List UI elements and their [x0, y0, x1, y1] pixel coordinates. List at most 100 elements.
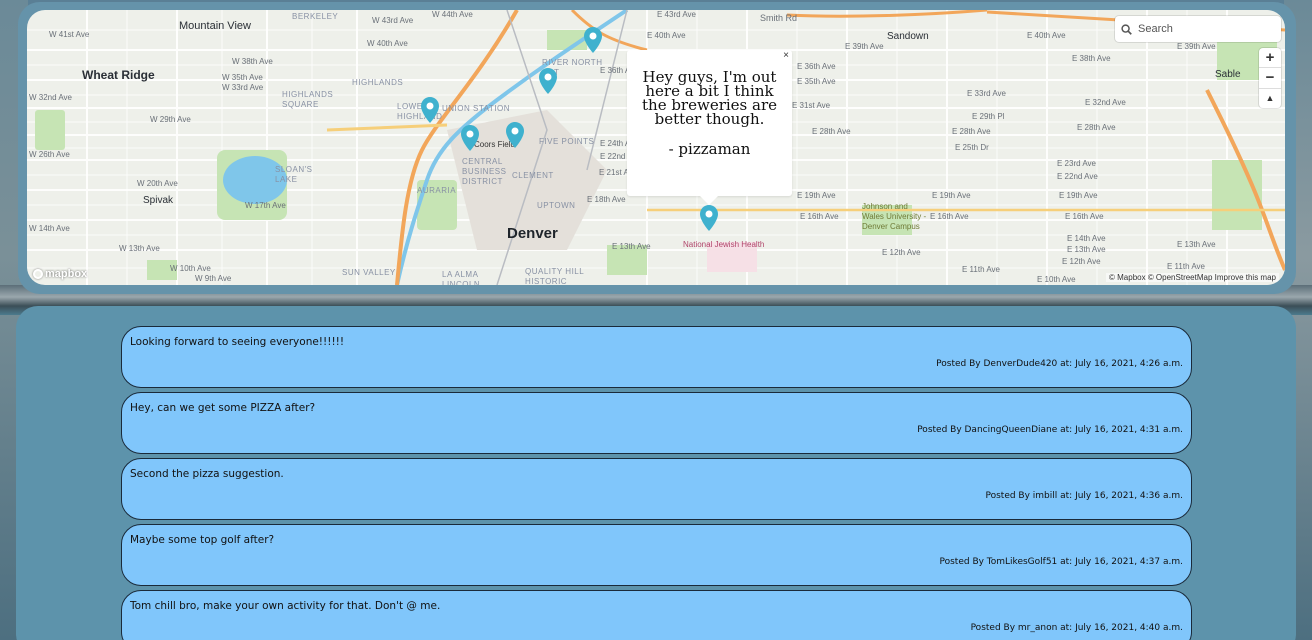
map-label: E 35th Ave	[797, 77, 836, 86]
post-meta: Posted By imbill at: July 16, 2021, 4:36…	[985, 491, 1183, 501]
map-label: W 13th Ave	[119, 244, 160, 253]
map-label: Sable	[1215, 69, 1241, 80]
map-label: E 28th Ave	[1077, 123, 1116, 132]
post-card: Hey, can we get some PIZZA after? Posted…	[121, 392, 1192, 454]
popup-message: Hey guys, I'm out here a bit I think the…	[642, 68, 777, 128]
map-label: E 12th Ave	[1062, 257, 1101, 266]
map-label: E 19th Ave	[932, 191, 971, 200]
map-label: E 43rd Ave	[657, 10, 696, 19]
map-label: BERKELEY	[292, 12, 339, 21]
map-label: W 9th Ave	[195, 274, 232, 283]
map-label: AURARIA	[417, 186, 457, 195]
map-label: Smith Rd	[760, 13, 798, 23]
mapbox-logo[interactable]: mapbox	[33, 268, 87, 280]
location-marker-icon[interactable]	[506, 122, 524, 148]
location-marker-icon[interactable]	[539, 68, 557, 94]
map-label: E 19th Ave	[1059, 191, 1098, 200]
map-label: E 13th Ave	[1177, 240, 1216, 249]
map-label: E 14th Ave	[1067, 234, 1106, 243]
map-label: Sandown	[887, 31, 929, 42]
map-label: W 35th Ave	[222, 73, 263, 82]
map-label: Mountain View	[179, 20, 251, 32]
post-meta: Posted By DancingQueenDiane at: July 16,…	[917, 425, 1183, 435]
map-label: W 20th Ave	[137, 179, 178, 188]
map-label: W 33rd Ave	[222, 83, 264, 92]
close-icon[interactable]: ×	[783, 50, 789, 62]
map-search-box[interactable]	[1115, 16, 1281, 42]
post-card: Looking forward to seeing everyone!!!!!!…	[121, 326, 1192, 388]
search-icon	[1121, 23, 1132, 35]
location-marker-icon[interactable]	[584, 27, 602, 53]
map-navigation-control: + − ▲	[1259, 48, 1281, 108]
map-label: W 32nd Ave	[29, 93, 72, 102]
map-label: CLEMENT	[512, 171, 554, 180]
location-marker-icon[interactable]	[421, 97, 439, 123]
map-label: W 10th Ave	[170, 264, 211, 273]
post-text: Looking forward to seeing everyone!!!!!!	[130, 336, 345, 348]
map-label: E 16th Ave	[1065, 212, 1104, 221]
map-label: E 16th Ave	[930, 212, 969, 221]
map-label: E 38th Ave	[1072, 54, 1111, 63]
map-label: E 18th Ave	[587, 195, 626, 204]
map-label: Spivak	[143, 195, 174, 206]
map-label: W 29th Ave	[150, 115, 191, 124]
post-meta: Posted By TomLikesGolf51 at: July 16, 20…	[939, 557, 1184, 567]
post-card: Tom chill bro, make your own activity fo…	[121, 590, 1192, 640]
map-label: W 17th Ave	[245, 201, 286, 210]
map-label: Denver	[507, 225, 558, 242]
map-label: W 41st Ave	[49, 30, 90, 39]
map-label: E 28th Ave	[952, 127, 991, 136]
map-label: E 25th Dr	[955, 143, 989, 152]
map-label: E 11th Ave	[962, 265, 1000, 274]
map-label: E 40th Ave	[1027, 31, 1066, 40]
post-text: Tom chill bro, make your own activity fo…	[130, 600, 441, 612]
popup-author: - pizzaman	[668, 140, 751, 158]
location-marker-icon[interactable]	[461, 125, 479, 151]
map-label: E 16th Ave	[800, 212, 839, 221]
map-label: E 39th Ave	[845, 42, 884, 51]
map-label: E 29th Pl	[972, 112, 1005, 121]
zoom-out-button[interactable]: −	[1259, 68, 1281, 89]
map-label: Johnson and Wales University - Denver Ca…	[862, 202, 927, 231]
map-label: FIVE POINTS	[539, 137, 595, 146]
map-label: E 19th Ave	[797, 191, 836, 200]
post-text: Second the pizza suggestion.	[130, 468, 284, 480]
map-label: W 14th Ave	[29, 224, 70, 233]
post-card: Maybe some top golf after? Posted By Tom…	[121, 524, 1192, 586]
post-card: Second the pizza suggestion. Posted By i…	[121, 458, 1192, 520]
map-label: E 22nd Ave	[1057, 172, 1098, 181]
map-label: LA ALMA LINCOLN PARK	[442, 270, 481, 285]
post-meta: Posted By mr_anon at: July 16, 2021, 4:4…	[970, 623, 1183, 633]
map-label: W 38th Ave	[232, 57, 273, 66]
mapbox-logo-icon	[33, 269, 43, 279]
map-label: UPTOWN	[537, 201, 576, 210]
map-label: UNION STATION	[442, 104, 510, 113]
map-label: W 43rd Ave	[372, 16, 414, 25]
post-text: Hey, can we get some PIZZA after?	[130, 402, 316, 414]
map-label: CENTRAL BUSINESS DISTRICT	[462, 157, 507, 186]
location-marker-icon[interactable]	[700, 205, 718, 231]
map-label: HIGHLANDS SQUARE	[282, 90, 334, 109]
map-label: E 28th Ave	[812, 127, 851, 136]
mapbox-logo-text: mapbox	[45, 268, 88, 280]
map-label: E 23rd Ave	[1057, 159, 1096, 168]
map-label: SUN VALLEY	[342, 268, 396, 277]
map-attribution[interactable]: © Mapbox © OpenStreetMap Improve this ma…	[1106, 273, 1279, 282]
map-label: W 44th Ave	[432, 10, 473, 19]
map-label: E 33rd Ave	[967, 89, 1006, 98]
map-label: W 40th Ave	[367, 39, 408, 48]
map-label: E 11th Ave	[1167, 262, 1205, 271]
map-label: E 12th Ave	[882, 248, 921, 257]
map-label: E 10th Ave	[1037, 275, 1076, 284]
search-input[interactable]	[1138, 23, 1268, 35]
post-meta: Posted By DenverDude420 at: July 16, 202…	[936, 359, 1183, 369]
map-label: E 13th Ave	[612, 242, 651, 251]
map-label: QUALITY HILL HISTORIC	[525, 267, 584, 285]
map-label: National Jewish Health	[683, 240, 765, 249]
map-label: E 39th Ave	[1177, 42, 1216, 51]
zoom-in-button[interactable]: +	[1259, 48, 1281, 69]
map-label: SLOAN'S LAKE	[275, 165, 313, 184]
map-label: E 31st Ave	[792, 101, 831, 110]
compass-icon[interactable]: ▲	[1259, 89, 1281, 108]
map-label: E 40th Ave	[647, 31, 686, 40]
